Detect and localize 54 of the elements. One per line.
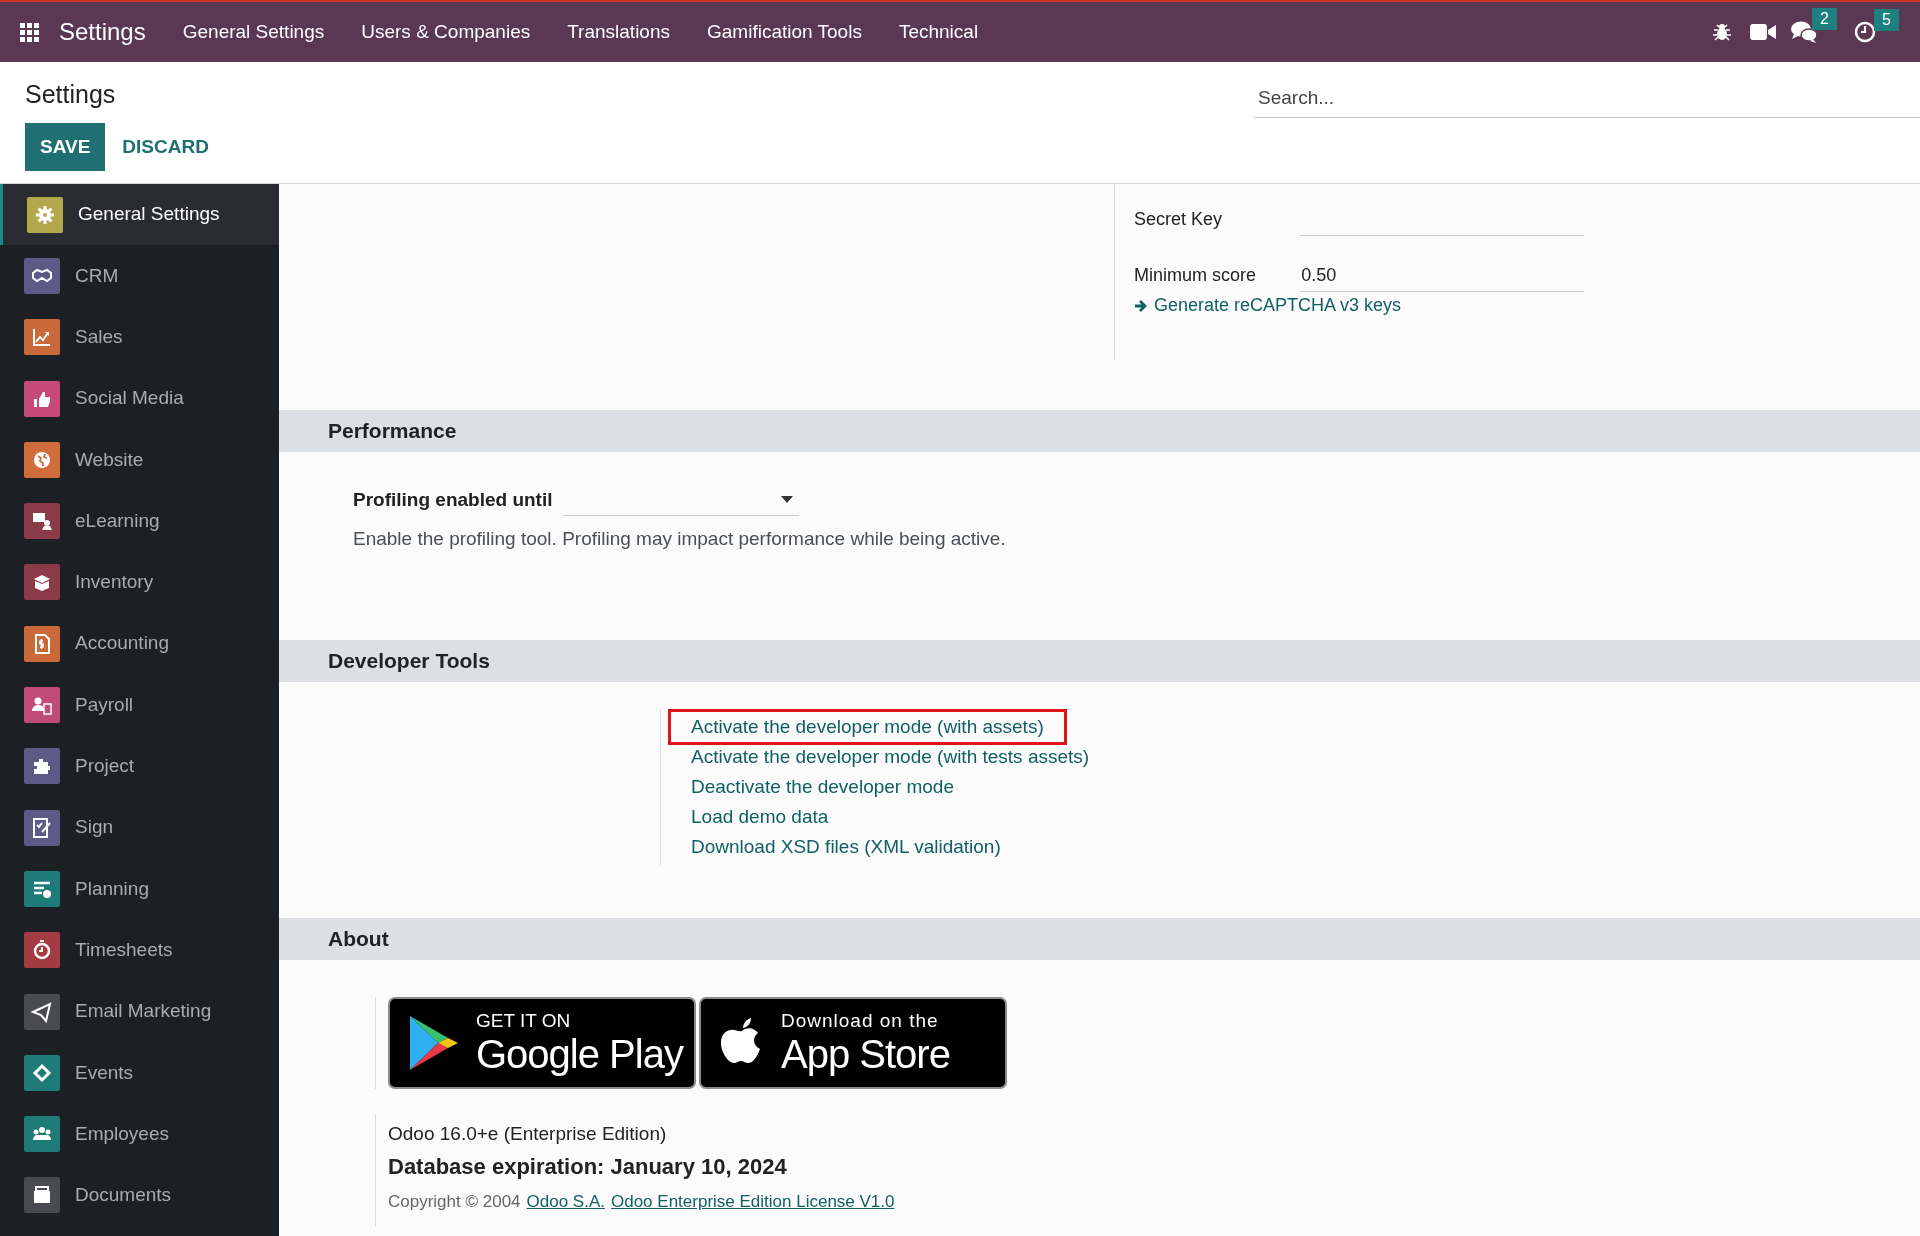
sidebar-item[interactable]: Email Marketing [0,980,279,1043]
sidebar-item[interactable]: Sign [0,796,279,859]
sidebar-item[interactable]: eLearning [0,490,279,552]
page-title: Settings [25,79,117,110]
sidebar-item[interactable]: Payroll [0,674,279,736]
apps-menu-icon[interactable] [20,22,39,42]
about-link[interactable]: Odoo S.A. [526,1184,605,1220]
sidebar-item[interactable]: Events [0,1042,279,1104]
menu-item[interactable]: General Settings [182,17,325,47]
caret-icon [780,496,793,503]
developer-link[interactable]: Activate the developer mode (with assets) [668,709,1067,745]
google-play-badge[interactable]: GET IT ON Google Play [388,997,696,1089]
bug-icon[interactable] [1712,22,1732,42]
sidebar-item[interactable]: Planning [0,858,279,920]
sidebar-item[interactable]: Project [0,735,279,797]
section-header: Performance [279,410,1920,452]
sidebar-item[interactable]: Website [0,429,279,491]
menu-item[interactable]: Gamification Tools [707,17,862,47]
sidebar-item[interactable]: Timesheets [0,919,279,981]
section-header: About [279,918,1920,960]
notification-count: 2 [1812,8,1837,30]
save-button[interactable]: SAVE [25,123,106,171]
sidebar-item[interactable]: Social Media [0,367,279,430]
arrow-right-icon [1134,298,1148,313]
copyright-text: Copyright © 2004 [388,1191,521,1213]
recaptcha-link[interactable]: Generate reCAPTCHA v3 keys [1134,292,1584,319]
field-label: Secret Key [1134,208,1224,231]
sidebar-item[interactable]: CRM [0,245,279,307]
sidebar-item[interactable]: Inventory [0,551,279,614]
discard-button[interactable]: DISCARD [107,123,224,171]
sidebar-item[interactable]: Accounting [0,613,279,675]
menu-item[interactable]: Users & Companies [361,17,531,47]
app-store-badge[interactable]: Download on the App Store [699,997,1007,1089]
play-store-logo-icon [408,1014,460,1072]
sidebar-item[interactable]: Sales [0,306,279,368]
version-text: Odoo 16.0+e (Enterprise Edition) [388,1122,668,1146]
expiration-text: Database expiration: January 10, 2024 [388,1153,788,1181]
menu-item[interactable]: Translations [567,17,670,47]
sidebar-item[interactable]: Employees [0,1103,279,1165]
app-title[interactable]: Settings [59,14,146,50]
menu-item[interactable]: Technical [898,17,979,47]
signature-icon [30,815,54,840]
field-label: Minimum score [1134,264,1258,287]
sidebar-item[interactable]: Documents [0,1164,279,1227]
video-camera-icon[interactable] [1750,23,1776,41]
search-field[interactable]: Search... [1254,78,1920,118]
field-label: Profiling enabled until [353,487,553,512]
clock-icon[interactable] [1854,21,1876,43]
sidebar-item[interactable]: General Settings [0,184,279,246]
activity-count: 5 [1874,9,1899,31]
description-text: Enable the profiling tool. Profiling may impact performance while being active. [353,527,1007,551]
about-link[interactable]: Odoo Enterprise Edition License V1.0 [611,1184,895,1220]
input-field[interactable]: 0.50 [1300,260,1584,292]
section-header: Developer Tools [279,640,1920,682]
